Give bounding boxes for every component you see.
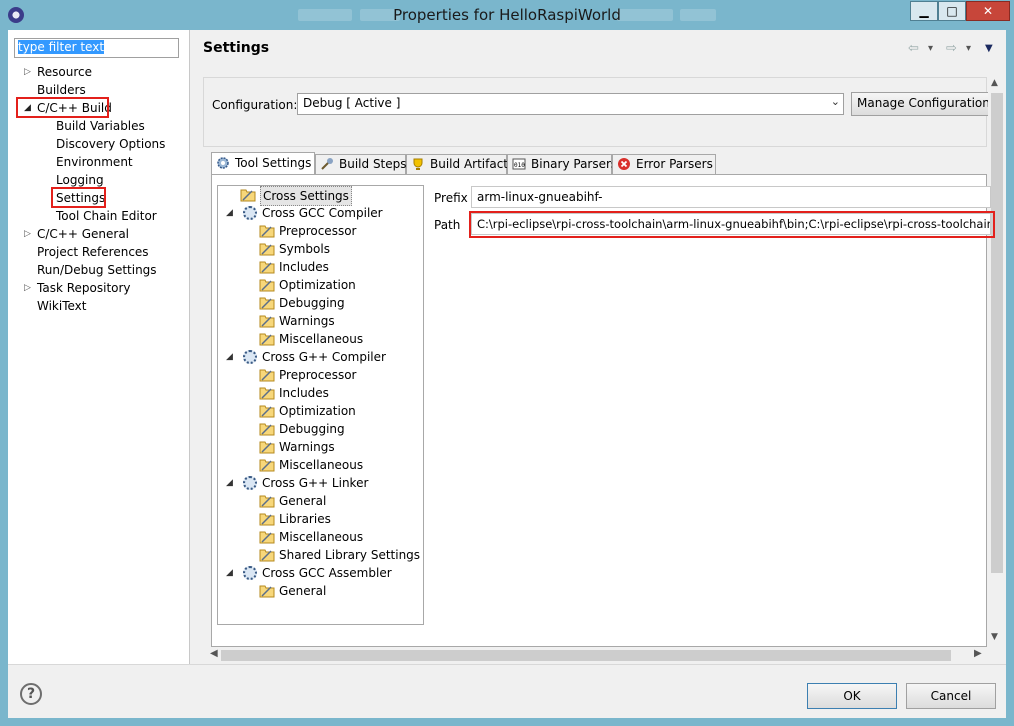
collapse-arrow-icon[interactable]: ◢	[226, 204, 233, 222]
folder-settings-icon	[259, 279, 275, 292]
back-menu-icon[interactable]: ▾	[928, 43, 933, 54]
folder-settings-icon	[259, 225, 275, 238]
minimize-button[interactable]: ▁	[910, 1, 938, 21]
title-bar[interactable]: Properties for HelloRaspiWorld ▁ □ ✕	[0, 0, 1014, 30]
close-button[interactable]: ✕	[966, 1, 1010, 21]
scroll-right-icon[interactable]: ▶	[974, 648, 982, 659]
help-icon[interactable]: ?	[20, 683, 42, 705]
folder-settings-icon	[259, 369, 275, 382]
configuration-label: Configuration:	[212, 98, 298, 112]
scroll-up-icon[interactable]: ▲	[991, 78, 998, 88]
collapse-arrow-icon[interactable]: ◢	[226, 348, 233, 366]
folder-settings-icon	[259, 549, 275, 562]
folder-settings-icon	[240, 189, 256, 202]
build-steps-icon	[321, 158, 333, 170]
expand-arrow-icon[interactable]: ▷	[24, 279, 31, 297]
ok-button[interactable]: OK	[807, 683, 897, 709]
tool-settings-panel: Cross Settings ◢ Cross GCC Compiler Prepr…	[211, 174, 995, 647]
horizontal-scrollbar[interactable]: ◀ ▶	[210, 647, 987, 664]
tab-build-steps[interactable]: Build Steps	[315, 154, 407, 174]
highlight-box-cpp-build	[16, 97, 109, 118]
prefix-label: Prefix	[434, 191, 468, 205]
view-menu-icon[interactable]: ▼	[985, 43, 993, 54]
cancel-button[interactable]: Cancel	[906, 683, 996, 709]
folder-settings-icon	[259, 513, 275, 526]
folder-settings-icon	[259, 495, 275, 508]
configuration-area: Configuration: Debug [ Active ] ⌄ Manage…	[203, 77, 991, 147]
configuration-value: Debug [ Active ]	[303, 96, 401, 110]
folder-settings-icon	[259, 459, 275, 472]
properties-window: Properties for HelloRaspiWorld ▁ □ ✕ typ…	[0, 0, 1014, 726]
folder-settings-icon	[259, 531, 275, 544]
page-title: Settings	[203, 40, 270, 56]
folder-settings-icon	[259, 585, 275, 598]
forward-menu-icon[interactable]: ▾	[966, 43, 971, 54]
scroll-left-icon[interactable]: ◀	[210, 648, 218, 659]
scroll-thumb[interactable]	[221, 650, 951, 661]
tool-settings-icon	[217, 157, 229, 169]
window-title: Properties for HelloRaspiWorld	[393, 6, 621, 24]
scroll-thumb[interactable]	[991, 93, 1003, 573]
folder-settings-icon	[259, 243, 275, 256]
folder-settings-icon	[259, 387, 275, 400]
folder-settings-icon	[259, 423, 275, 436]
back-arrow-icon[interactable]: ⇦	[908, 41, 919, 56]
expand-arrow-icon[interactable]: ▷	[24, 225, 31, 243]
forward-arrow-icon[interactable]: ⇨	[946, 41, 957, 56]
settings-page: Settings ⇦ ▾ ⇨ ▾ ▼ Configuration: Debug …	[191, 30, 1006, 664]
folder-settings-icon	[259, 297, 275, 310]
svg-text:010: 010	[514, 162, 525, 169]
folder-settings-icon	[259, 261, 275, 274]
gear-icon	[243, 350, 257, 364]
property-nav-panel: type filter text ▷ Resource Builders ◢ C/C…	[8, 30, 190, 664]
dialog-client: type filter text ▷ Resource Builders ◢ C/C…	[8, 30, 1006, 718]
collapse-arrow-icon[interactable]: ◢	[226, 564, 233, 582]
collapse-arrow-icon[interactable]: ◢	[226, 474, 233, 492]
tab-tool-settings[interactable]: Tool Settings	[211, 152, 315, 174]
gear-icon	[243, 206, 257, 220]
tab-error-parsers[interactable]: Error Parsers	[612, 154, 716, 174]
highlight-box-settings	[51, 187, 106, 208]
tab-build-artifact[interactable]: Build Artifact	[406, 154, 508, 174]
filter-placeholder: type filter text	[18, 40, 105, 54]
gear-icon	[243, 476, 257, 490]
filter-input[interactable]: type filter text	[14, 38, 179, 58]
chevron-down-icon[interactable]: ⌄	[831, 95, 840, 108]
tab-binary-parsers[interactable]: 010 Binary Parsers	[507, 154, 617, 174]
folder-settings-icon	[259, 333, 275, 346]
path-label: Path	[434, 218, 461, 232]
maximize-button[interactable]: □	[938, 1, 966, 21]
prefix-input[interactable]: arm-linux-gnueabihf-	[471, 186, 991, 208]
expand-arrow-icon[interactable]: ▷	[24, 63, 31, 81]
folder-settings-icon	[259, 405, 275, 418]
dialog-button-bar: ? OK Cancel	[8, 664, 1006, 718]
folder-settings-icon	[259, 441, 275, 454]
vertical-scrollbar[interactable]: ▲ ▼	[988, 77, 1005, 647]
binary-parsers-icon: 010	[512, 158, 526, 170]
scroll-down-icon[interactable]: ▼	[991, 632, 998, 642]
manage-configurations-button[interactable]: Manage Configurations...	[851, 92, 991, 116]
tool-settings-tree: Cross Settings ◢ Cross GCC Compiler Prepr…	[217, 185, 424, 625]
highlight-box-path	[469, 211, 995, 238]
folder-settings-icon	[259, 315, 275, 328]
gear-icon	[243, 566, 257, 580]
configuration-select[interactable]: Debug [ Active ] ⌄	[297, 93, 844, 115]
build-artifact-icon	[413, 158, 423, 170]
error-parsers-icon	[618, 158, 630, 170]
